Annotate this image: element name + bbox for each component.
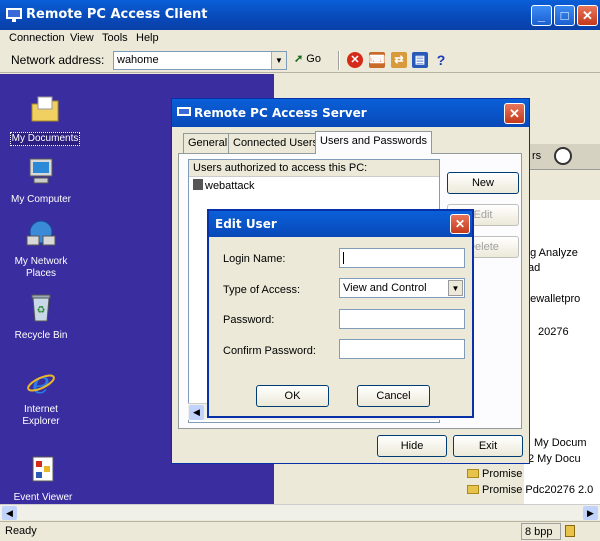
text-caret [343,252,344,264]
desktop-icon-label: My Network Places [14,256,68,279]
user-icon [193,179,203,190]
password-label: Password: [223,314,275,326]
folder-icon [467,485,479,494]
background-item: My Docum [534,437,587,449]
address-combobox[interactable]: wahome ▼ [113,51,287,70]
close-button[interactable]: ✕ [577,5,598,26]
background-item: 2 My Docu [528,453,581,465]
folder-icon [467,469,479,478]
file-transfer-icon[interactable]: ⇄ [391,52,407,68]
background-item: 20276 [538,326,569,338]
server-dialog-titlebar: Remote PC Access Server ✕ [172,99,529,127]
folder-item[interactable]: Promise Pdc20276 2.0 [467,484,593,496]
exit-button[interactable]: Exit [453,435,523,457]
my-documents-icon [31,96,59,122]
menu-view[interactable]: View [70,32,94,44]
desktop-icon-internet-explorer[interactable]: e Internet Explorer [1,366,81,428]
edit-user-titlebar: Edit User ✕ [209,211,472,237]
go-label: Go [306,53,321,65]
server-app-icon [177,107,191,116]
lock-icon [565,525,575,537]
password-field[interactable] [339,309,465,329]
desktop-icon-label: Event Viewer [13,492,73,503]
login-name-field[interactable] [339,248,465,268]
help-icon[interactable]: ? [433,52,449,68]
window-title: Remote PC Access Client [26,7,208,22]
login-name-label: Login Name: [223,253,286,265]
chevron-down-icon[interactable]: ▼ [448,280,463,296]
edit-user-title: Edit User [215,217,277,231]
send-keys-icon[interactable]: ⌨ [369,52,385,68]
desktop-icon-my-documents[interactable]: My Documents [5,94,85,146]
scroll-left-icon[interactable]: ◀ [189,405,204,420]
app-icon [6,8,22,22]
background-panel-text: rs [532,150,542,162]
users-list-header: Users authorized to access this PC: [189,160,439,177]
folder-item[interactable]: Promise [467,468,522,480]
type-of-access-select[interactable]: View and Control ▼ [339,278,465,298]
internet-explorer-icon: e [27,366,55,401]
chevron-down-icon[interactable]: ▼ [271,52,286,69]
clock-icon [554,147,572,165]
svg-text:♻: ♻ [37,305,46,316]
status-bar: Ready 8 bpp [0,521,600,541]
event-viewer-icon [32,456,54,482]
desktop-icon-network-places[interactable]: My Network Places [1,218,81,280]
background-item: dewalletpro [524,293,581,305]
server-dialog-title: Remote PC Access Server [194,106,367,120]
go-button[interactable]: ➚ Go [294,52,321,65]
menu-tools[interactable]: Tools [102,32,128,44]
maximize-button[interactable]: □ [554,5,575,26]
address-label: Network address: [11,53,105,67]
menu-connection[interactable]: Connection [9,32,65,44]
status-text: Ready [5,525,37,537]
go-arrow-icon: ➚ [294,53,304,65]
tab-general[interactable]: General [183,133,233,153]
desktop-icon-label: My Computer [10,194,71,205]
confirm-password-label: Confirm Password: [223,345,316,357]
type-of-access-value: View and Control [343,282,427,294]
toolbar: Network address: wahome ▼ ➚ Go ✕ ⌨ ⇄ ▤ ? [0,48,600,73]
new-button[interactable]: New [447,172,519,194]
desktop-icon-label: My Documents [9,132,81,146]
confirm-password-field[interactable] [339,339,465,359]
edit-user-close-button[interactable]: ✕ [450,214,470,234]
network-places-icon [26,220,56,246]
cancel-button[interactable]: Cancel [357,385,430,407]
background-panel-header: rs [524,144,600,170]
ok-button[interactable]: OK [256,385,329,407]
scroll-left-icon[interactable]: ◀ [2,506,17,520]
address-value: wahome [117,54,159,66]
desktop-icon-event-viewer[interactable]: Event Viewer [3,454,83,504]
folder-label: Promise Pdc20276 2.0 [482,484,594,496]
desktop-icon-label: Internet Explorer [22,404,60,427]
disconnect-icon[interactable]: ✕ [347,52,363,68]
list-item[interactable]: webattack [189,177,439,194]
my-computer-icon [29,158,53,184]
user-name: webattack [205,180,255,192]
color-depth: 8 bpp [521,523,561,540]
bottom-scrollbar[interactable]: ◀ ▶ [0,504,600,520]
tab-connected-users[interactable]: Connected Users [228,133,323,153]
desktop-icon-recycle-bin[interactable]: ♻ Recycle Bin [1,292,81,342]
minimize-button[interactable]: _ [531,5,552,26]
desktop-icon-label: Recycle Bin [14,330,68,341]
type-of-access-label: Type of Access: [223,284,301,296]
properties-icon[interactable]: ▤ [412,52,428,68]
desktop-icon-my-computer[interactable]: My Computer [1,156,81,206]
menu-bar: Connection View Tools Help [0,30,600,48]
svg-text:e: e [32,366,50,398]
recycle-bin-icon: ♻ [31,294,51,322]
hide-button[interactable]: Hide [377,435,447,457]
tab-users-and-passwords[interactable]: Users and Passwords [315,131,432,154]
menu-help[interactable]: Help [136,32,159,44]
toolbar-separator [338,51,340,70]
server-close-button[interactable]: ✕ [504,103,525,124]
title-bar: Remote PC Access Client _ □ ✕ [0,0,600,30]
edit-user-dialog: Edit User ✕ Login Name: Type of Access: … [207,209,474,418]
folder-label: Promise [482,468,523,480]
scroll-right-icon[interactable]: ▶ [583,506,598,520]
background-item: og Analyze [524,247,578,259]
